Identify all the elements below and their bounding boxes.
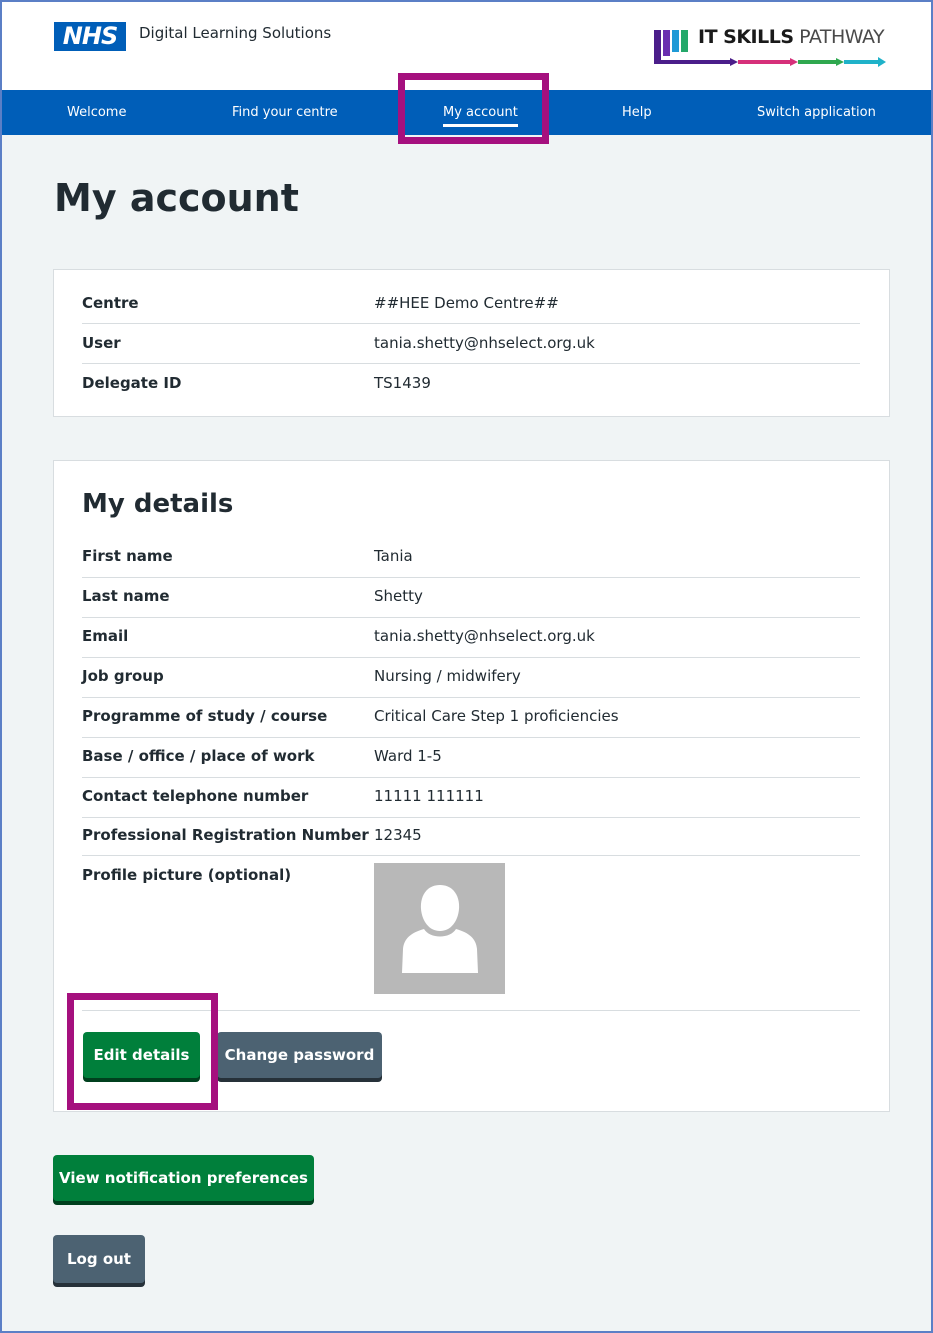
details-label: Base / office / place of work — [82, 747, 315, 765]
details-label: Profile picture (optional) — [82, 866, 292, 884]
details-row: Base / office / place of work Ward 1-5 — [82, 738, 860, 778]
details-value: 12345 — [374, 826, 422, 844]
profile-picture-placeholder — [374, 863, 505, 994]
summary-label: Delegate ID — [82, 374, 182, 392]
edit-details-button[interactable]: Edit details — [83, 1032, 200, 1078]
details-label: Professional Registration Number — [82, 826, 369, 844]
details-value: Shetty — [374, 587, 423, 605]
summary-value: tania.shetty@nhselect.org.uk — [374, 334, 595, 352]
details-row: Contact telephone number 11111 111111 — [82, 778, 860, 818]
summary-label: User — [82, 334, 121, 352]
service-name[interactable]: Digital Learning Solutions — [139, 24, 331, 42]
nhs-logo[interactable]: NHS — [54, 22, 126, 51]
details-value: Critical Care Step 1 proficiencies — [374, 707, 619, 725]
details-heading: My details — [82, 489, 234, 519]
nav-item-find-your-centre[interactable]: Find your centre — [232, 90, 338, 135]
nav-item-switch-application[interactable]: Switch application — [757, 90, 876, 135]
details-label: Contact telephone number — [82, 787, 309, 805]
details-value: Ward 1-5 — [374, 747, 442, 765]
details-label: Job group — [82, 667, 164, 685]
details-label: Email — [82, 627, 129, 645]
summary-row-delegate-id: Delegate ID TS1439 — [82, 364, 860, 404]
details-value: Tania — [374, 547, 413, 565]
details-row: Job group Nursing / midwifery — [82, 658, 860, 698]
details-row: Programme of study / course Critical Car… — [82, 698, 860, 738]
details-label: Last name — [82, 587, 170, 605]
it-skills-pathway-logo: IT SKILLS PATHWAY — [650, 24, 890, 70]
details-row: Professional Registration Number 12345 — [82, 818, 860, 856]
user-silhouette-icon — [402, 885, 478, 973]
nav-item-welcome[interactable]: Welcome — [67, 90, 126, 135]
details-value: 11111 111111 — [374, 787, 484, 805]
details-row: First name Tania — [82, 538, 860, 578]
account-summary-card: Centre ##HEE Demo Centre## User tania.sh… — [53, 269, 890, 417]
summary-row-centre: Centre ##HEE Demo Centre## — [82, 284, 860, 324]
summary-value: TS1439 — [374, 374, 431, 392]
details-value: tania.shetty@nhselect.org.uk — [374, 627, 595, 645]
summary-label: Centre — [82, 294, 139, 312]
change-password-button[interactable]: Change password — [217, 1032, 382, 1078]
main-nav: Welcome Find your centre My account Help… — [2, 90, 931, 135]
summary-row-user: User tania.shetty@nhselect.org.uk — [82, 324, 860, 364]
page-title: My account — [54, 176, 299, 220]
details-label: Programme of study / course — [82, 707, 328, 725]
details-value: Nursing / midwifery — [374, 667, 521, 685]
view-notification-preferences-button[interactable]: View notification preferences — [53, 1155, 314, 1201]
details-row: Email tania.shetty@nhselect.org.uk — [82, 618, 860, 658]
nav-item-my-account[interactable]: My account — [443, 90, 518, 135]
details-row: Last name Shetty — [82, 578, 860, 618]
brand-strong: IT SKILLS — [698, 26, 794, 48]
details-label: First name — [82, 547, 173, 565]
my-details-card: My details First name Tania Last name Sh… — [53, 460, 890, 1112]
nav-item-help[interactable]: Help — [622, 90, 652, 135]
brand-light: PATHWAY — [799, 26, 885, 48]
log-out-button[interactable]: Log out — [53, 1235, 145, 1283]
summary-value: ##HEE Demo Centre## — [374, 294, 559, 312]
site-header: NHS Digital Learning Solutions IT SKILLS… — [2, 2, 931, 90]
